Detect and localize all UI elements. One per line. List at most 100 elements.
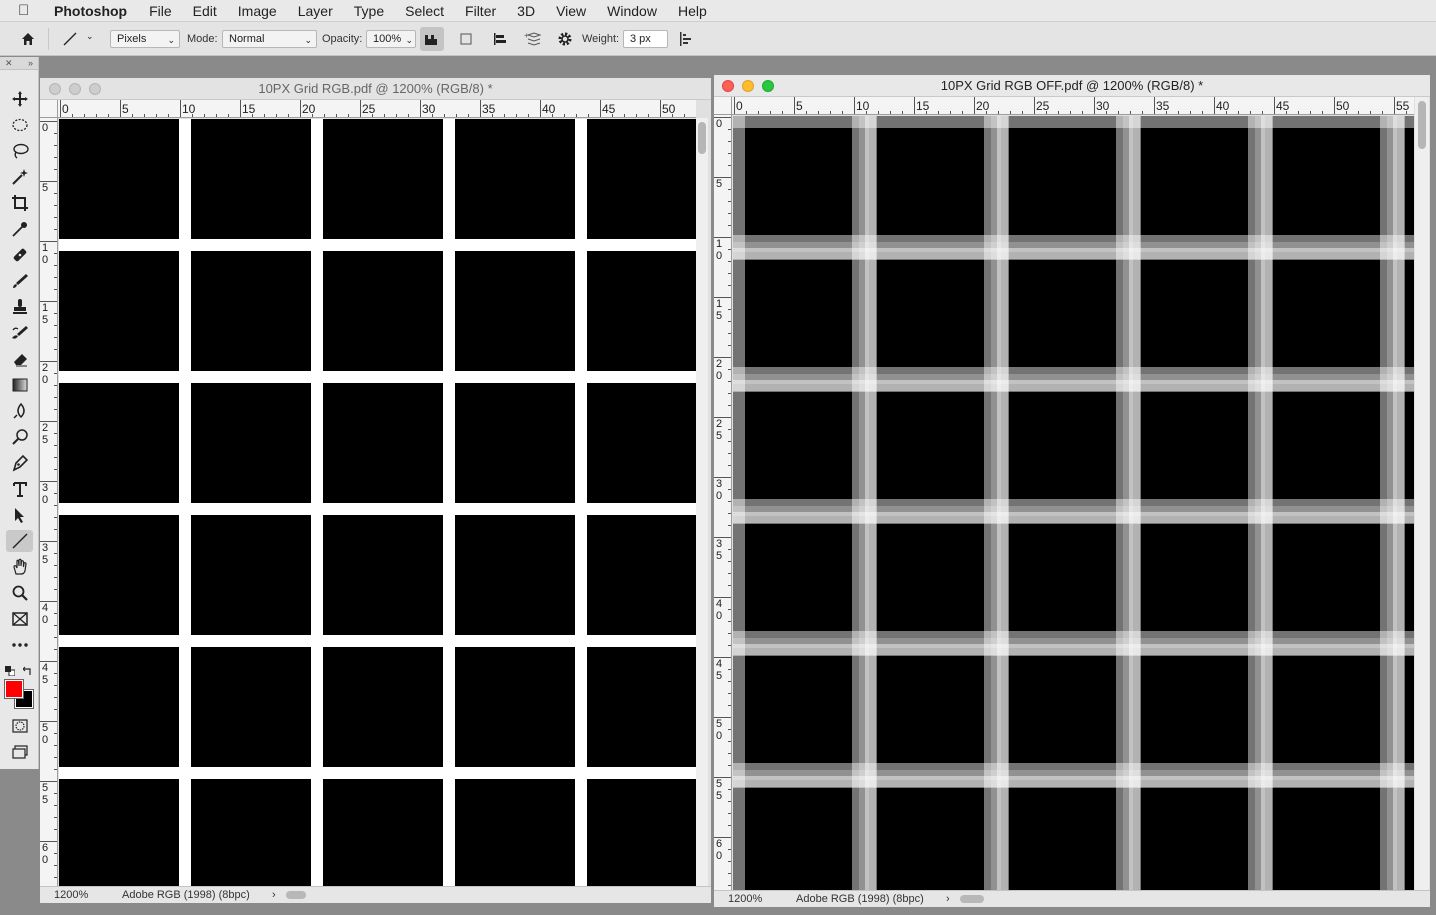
brush-tool-icon[interactable] bbox=[6, 270, 33, 292]
type-tool-icon[interactable] bbox=[6, 478, 33, 500]
minimize-window-icon[interactable] bbox=[742, 80, 754, 92]
ruler-minor-tick bbox=[54, 493, 57, 494]
close-window-icon[interactable] bbox=[722, 80, 734, 92]
magic-wand-tool-icon[interactable] bbox=[6, 166, 33, 188]
vertical-ruler[interactable]: 0 5 10 15 20 25 30 35 40 45 50 55 60 bbox=[714, 115, 732, 890]
vertical-scrollbar[interactable] bbox=[696, 118, 708, 886]
frame-tool-icon[interactable] bbox=[6, 608, 33, 630]
menu-help[interactable]: Help bbox=[678, 3, 707, 19]
minimize-window-icon[interactable] bbox=[69, 83, 81, 95]
ruler-minor-tick bbox=[728, 765, 731, 766]
dodge-tool-icon[interactable] bbox=[6, 426, 33, 448]
more-tools-icon[interactable] bbox=[6, 634, 33, 656]
menu-filter[interactable]: Filter bbox=[465, 3, 496, 19]
line-tool-icon[interactable] bbox=[6, 530, 33, 552]
menu-view[interactable]: View bbox=[556, 3, 586, 19]
blend-mode-select[interactable]: Normal ⌄ bbox=[222, 30, 317, 48]
foreground-color-swatch[interactable] bbox=[4, 679, 24, 699]
history-brush-tool-icon[interactable] bbox=[6, 322, 33, 344]
menu-type[interactable]: Type bbox=[354, 3, 384, 19]
ruler-minor-tick bbox=[728, 633, 731, 634]
path-operations-icon[interactable] bbox=[454, 27, 478, 51]
menu-3d[interactable]: 3D bbox=[517, 3, 535, 19]
ruler-origin[interactable] bbox=[40, 100, 58, 118]
weight-field[interactable]: 3 px bbox=[623, 30, 668, 48]
align-edges-icon[interactable] bbox=[674, 27, 698, 51]
vertical-ruler[interactable]: 0 5 10 15 20 25 30 35 40 45 50 55 60 bbox=[40, 118, 58, 886]
menu-edit[interactable]: Edit bbox=[193, 3, 217, 19]
path-arrangement-icon[interactable]: + bbox=[521, 27, 545, 51]
zoom-window-icon[interactable] bbox=[762, 80, 774, 92]
close-window-icon[interactable] bbox=[49, 83, 61, 95]
ruler-minor-tick bbox=[728, 753, 731, 754]
grid-band-horizontal bbox=[733, 512, 1414, 524]
chevron-right-icon[interactable]: › bbox=[272, 887, 276, 903]
color-profile: Adobe RGB (1998) (8bpc) bbox=[796, 893, 924, 905]
blur-tool-icon[interactable] bbox=[6, 400, 33, 422]
gear-icon[interactable] bbox=[553, 27, 577, 51]
eraser-tool-icon[interactable] bbox=[6, 348, 33, 370]
ruler-label: 5 bbox=[122, 102, 129, 116]
horizontal-ruler[interactable]: 0 5 10 15 20 25 30 35 40 45 50 bbox=[58, 100, 696, 118]
hand-tool-icon[interactable] bbox=[6, 556, 33, 578]
clone-stamp-tool-icon[interactable] bbox=[6, 296, 33, 318]
collapse-icon[interactable]: » bbox=[28, 57, 33, 69]
zoom-level[interactable]: 1200% bbox=[54, 887, 88, 903]
crop-tool-icon[interactable] bbox=[6, 192, 33, 214]
marquee-tool-icon[interactable] bbox=[6, 114, 33, 136]
ruler-minor-tick bbox=[684, 114, 685, 117]
ruler-minor-tick bbox=[728, 573, 731, 574]
grid-cell bbox=[587, 251, 696, 371]
opacity-field[interactable]: 100% ⌄ bbox=[366, 30, 416, 48]
ruler-minor-tick bbox=[728, 885, 731, 886]
ruler-minor-tick bbox=[54, 289, 57, 290]
anti-alias-button[interactable] bbox=[420, 27, 444, 51]
horizontal-ruler[interactable]: 0 5 10 15 20 25 30 35 40 45 50 55 bbox=[732, 97, 1414, 115]
document-canvas[interactable] bbox=[59, 119, 696, 886]
chevron-right-icon[interactable]: › bbox=[946, 891, 950, 907]
path-alignment-icon[interactable] bbox=[488, 27, 512, 51]
scrollbar-thumb[interactable] bbox=[698, 122, 706, 154]
home-icon[interactable] bbox=[16, 27, 40, 51]
zoom-window-icon[interactable] bbox=[89, 83, 101, 95]
line-tool-preset-icon[interactable] bbox=[58, 27, 82, 51]
ruler-label: 20 bbox=[42, 362, 49, 386]
menu-window[interactable]: Window bbox=[607, 3, 657, 19]
quick-mask-icon[interactable] bbox=[6, 715, 33, 737]
healing-brush-tool-icon[interactable] bbox=[6, 244, 33, 266]
chevron-down-icon[interactable]: ⌄ bbox=[86, 31, 94, 42]
menu-image[interactable]: Image bbox=[238, 3, 277, 19]
document-title-bar[interactable]: 10PX Grid RGB OFF.pdf @ 1200% (RGB/8) * bbox=[714, 75, 1430, 97]
ruler-minor-tick bbox=[770, 111, 771, 114]
ruler-minor-tick bbox=[728, 129, 731, 130]
vertical-scrollbar[interactable] bbox=[1415, 97, 1429, 890]
ruler-minor-tick bbox=[276, 114, 277, 117]
path-selection-tool-icon[interactable] bbox=[6, 504, 33, 526]
gradient-tool-icon[interactable] bbox=[6, 374, 33, 396]
default-colors-icon[interactable] bbox=[5, 663, 16, 677]
ruler-origin[interactable] bbox=[714, 97, 732, 115]
zoom-tool-icon[interactable] bbox=[6, 582, 33, 604]
document-title-bar[interactable]: 10PX Grid RGB.pdf @ 1200% (RGB/8) * bbox=[40, 78, 711, 100]
horizontal-scrollbar-thumb[interactable] bbox=[286, 891, 306, 899]
menu-layer[interactable]: Layer bbox=[298, 3, 333, 19]
pen-tool-icon[interactable] bbox=[6, 452, 33, 474]
menu-select[interactable]: Select bbox=[405, 3, 444, 19]
tool-mode-select[interactable]: Pixels ⌄ bbox=[110, 30, 180, 48]
eyedropper-tool-icon[interactable] bbox=[6, 218, 33, 240]
apple-icon[interactable]:  bbox=[18, 2, 38, 19]
menu-file[interactable]: File bbox=[149, 3, 172, 19]
swap-colors-icon[interactable] bbox=[22, 663, 33, 675]
close-icon[interactable]: ✕ bbox=[5, 57, 13, 69]
move-tool-icon[interactable] bbox=[6, 88, 33, 110]
lasso-tool-icon[interactable] bbox=[6, 140, 33, 162]
ruler-minor-tick bbox=[624, 114, 625, 117]
scrollbar-thumb[interactable] bbox=[1418, 101, 1426, 149]
menu-app-name[interactable]: Photoshop bbox=[54, 3, 127, 19]
ruler-minor-tick bbox=[54, 565, 57, 566]
zoom-level[interactable]: 1200% bbox=[728, 891, 762, 907]
screen-mode-icon[interactable] bbox=[6, 741, 33, 763]
ruler-minor-tick bbox=[576, 114, 577, 117]
horizontal-scrollbar-thumb[interactable] bbox=[960, 895, 984, 903]
document-canvas[interactable] bbox=[733, 116, 1414, 890]
